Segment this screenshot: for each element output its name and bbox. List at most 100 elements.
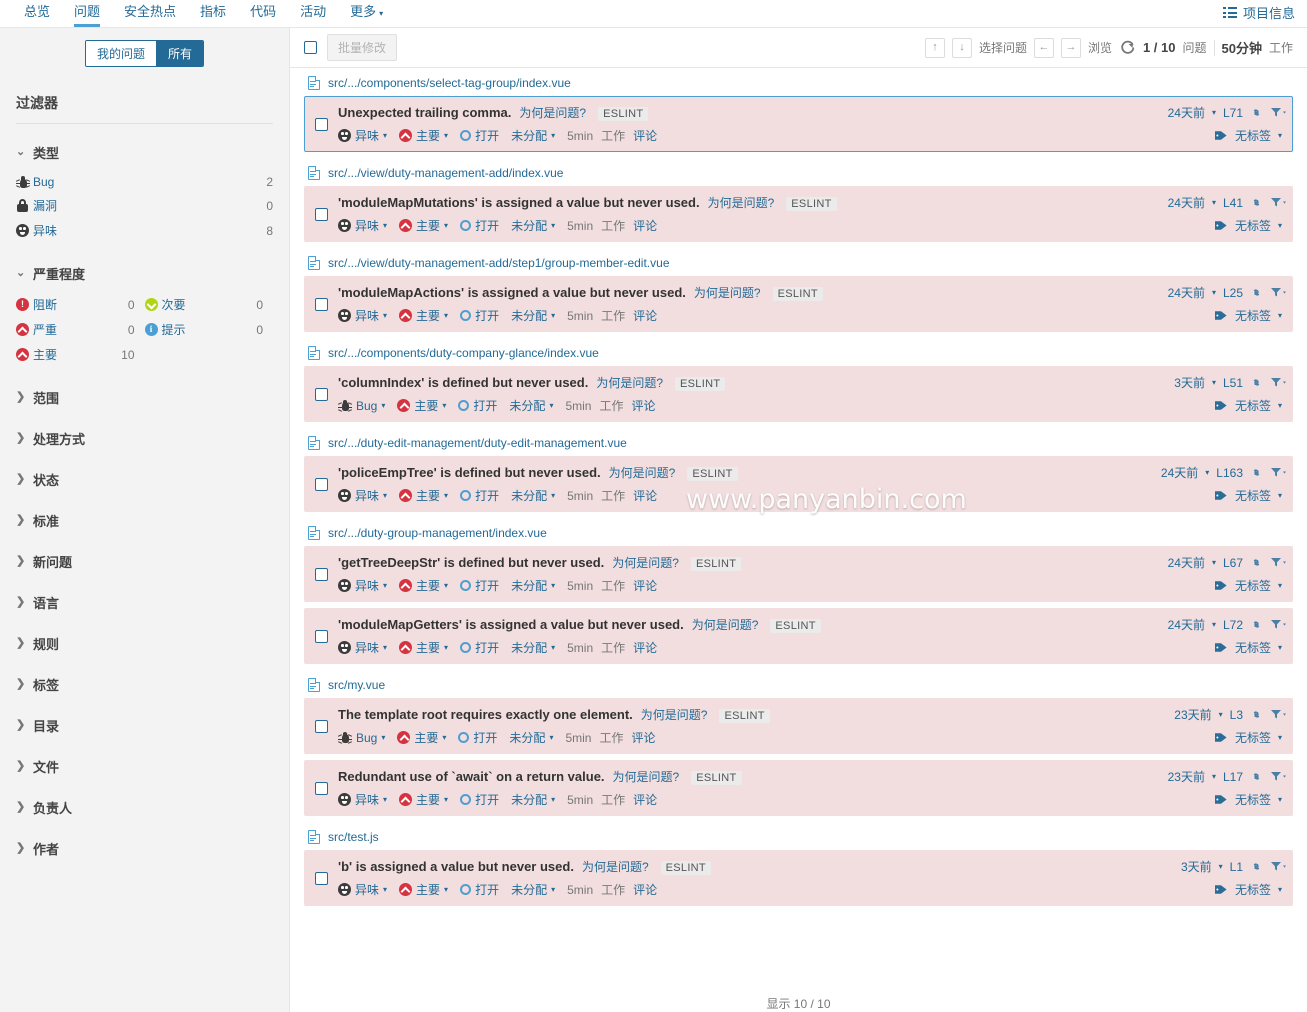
issue-checkbox[interactable] [315,478,328,491]
issue-severity-selector[interactable]: 主要▾ [397,397,446,414]
issue-comment-action[interactable]: 评论 [633,217,657,234]
issue-assignee-selector[interactable]: 未分配▾ [511,577,555,594]
why-is-this-issue-link[interactable]: 为何是问题? [519,104,586,121]
issue-comment-action[interactable]: 评论 [633,307,657,324]
issue-date[interactable]: 24天前 [1168,194,1205,211]
issue-row[interactable]: 'moduleMapActions' is assigned a value b… [304,276,1293,332]
issue-row[interactable]: 'policeEmpTree' is defined but never use… [304,456,1293,512]
project-info-button[interactable]: 项目信息 [1223,3,1295,27]
issue-status[interactable]: 打开 [460,881,499,898]
issue-comment-action[interactable]: 评论 [631,397,655,414]
issue-checkbox[interactable] [315,118,328,131]
facet-severity-blocker[interactable]: !阻断0 [16,292,145,317]
file-header[interactable]: src/test.js [304,822,1293,850]
nav-item-3[interactable]: 指标 [188,0,238,27]
issue-severity-selector[interactable]: 主要▾ [399,307,448,324]
issue-severity-selector[interactable]: 主要▾ [399,791,448,808]
issue-row[interactable]: 'columnIndex' is defined but never used.… [304,366,1293,422]
why-is-this-issue-link[interactable]: 为何是问题? [692,616,759,633]
issue-row[interactable]: 'moduleMapMutations' is assigned a value… [304,186,1293,242]
issue-date[interactable]: 24天前 [1168,284,1205,301]
issue-assignee-selector[interactable]: 未分配▾ [509,397,553,414]
nav-item-0[interactable]: 总览 [12,0,62,27]
issue-comment-action[interactable]: 评论 [633,881,657,898]
issue-status[interactable]: 打开 [458,729,497,746]
my-issues-button[interactable]: 我的问题 [86,41,156,66]
why-is-this-issue-link[interactable]: 为何是问题? [641,706,708,723]
filter-funnel-icon[interactable] [1270,619,1282,630]
issue-tags-label[interactable]: 无标签 [1235,127,1271,144]
filter-funnel-icon[interactable] [1270,557,1282,568]
issue-comment-action[interactable]: 评论 [633,577,657,594]
issue-checkbox[interactable] [315,388,328,401]
facet-type-header[interactable]: ⌄ 类型 [16,136,273,169]
issue-severity-selector[interactable]: 主要▾ [399,127,448,144]
issue-type-selector[interactable]: 异味▾ [338,791,387,808]
nav-item-1[interactable]: 问题 [62,0,112,27]
issue-tags-label[interactable]: 无标签 [1235,881,1271,898]
facet-header[interactable]: ❯标签 [16,668,273,701]
why-is-this-issue-link[interactable]: 为何是问题? [694,284,761,301]
issue-status[interactable]: 打开 [460,217,499,234]
permalink-icon[interactable] [1250,197,1263,208]
issue-row[interactable]: 'moduleMapGetters' is assigned a value b… [304,608,1293,664]
facet-header[interactable]: ❯文件 [16,750,273,783]
issue-comment-action[interactable]: 评论 [633,791,657,808]
issue-type-selector[interactable]: 异味▾ [338,217,387,234]
issue-checkbox[interactable] [315,720,328,733]
issue-severity-selector[interactable]: 主要▾ [399,217,448,234]
browse-prev-button[interactable]: ← [1034,38,1054,58]
permalink-icon[interactable] [1250,709,1263,720]
permalink-icon[interactable] [1250,619,1263,630]
issue-severity-selector[interactable]: 主要▾ [399,577,448,594]
browse-next-button[interactable]: → [1061,38,1081,58]
facet-header[interactable]: ❯负责人 [16,791,273,824]
issue-checkbox[interactable] [315,630,328,643]
issue-status[interactable]: 打开 [458,397,497,414]
issue-date[interactable]: 23天前 [1168,768,1205,785]
permalink-icon[interactable] [1250,467,1263,478]
issue-comment-action[interactable]: 评论 [633,639,657,656]
issue-severity-selector[interactable]: 主要▾ [397,729,446,746]
file-header[interactable]: src/.../view/duty-management-add/index.v… [304,158,1293,186]
why-is-this-issue-link[interactable]: 为何是问题? [613,768,680,785]
facet-header[interactable]: ❯语言 [16,586,273,619]
select-prev-button[interactable]: ↑ [925,38,945,58]
issue-status[interactable]: 打开 [460,791,499,808]
issue-tags-label[interactable]: 无标签 [1235,791,1271,808]
facet-header[interactable]: ❯作者 [16,832,273,865]
issue-row[interactable]: Redundant use of `await` on a return val… [304,760,1293,816]
filter-funnel-icon[interactable] [1270,377,1282,388]
facet-severity-header[interactable]: ⌄ 严重程度 [16,257,273,290]
facet-header[interactable]: ❯处理方式 [16,422,273,455]
issue-type-selector[interactable]: 异味▾ [338,577,387,594]
issue-type-selector[interactable]: 异味▾ [338,487,387,504]
issue-row[interactable]: The template root requires exactly one e… [304,698,1293,754]
issue-checkbox[interactable] [315,872,328,885]
why-is-this-issue-link[interactable]: 为何是问题? [596,374,663,391]
issue-tags-label[interactable]: 无标签 [1235,487,1271,504]
facet-header[interactable]: ❯状态 [16,463,273,496]
file-header[interactable]: src/.../duty-group-management/index.vue [304,518,1293,546]
why-is-this-issue-link[interactable]: 为何是问题? [612,554,679,571]
issue-assignee-selector[interactable]: 未分配▾ [511,881,555,898]
issue-comment-action[interactable]: 评论 [633,487,657,504]
facet-header[interactable]: ❯标准 [16,504,273,537]
issue-date[interactable]: 3天前 [1181,858,1212,875]
select-next-button[interactable]: ↓ [952,38,972,58]
facet-severity-major[interactable]: 主要10 [16,342,145,367]
issue-tags-label[interactable]: 无标签 [1235,307,1271,324]
file-header[interactable]: src/my.vue [304,670,1293,698]
issue-assignee-selector[interactable]: 未分配▾ [511,307,555,324]
facet-item-漏洞[interactable]: 漏洞0 [16,193,273,218]
permalink-icon[interactable] [1250,107,1263,118]
issue-tags-label[interactable]: 无标签 [1235,639,1271,656]
why-is-this-issue-link[interactable]: 为何是问题? [609,464,676,481]
filter-funnel-icon[interactable] [1270,467,1282,478]
issue-date[interactable]: 23天前 [1174,706,1211,723]
reload-icon[interactable] [1119,39,1136,56]
issue-tags-label[interactable]: 无标签 [1235,217,1271,234]
facet-item-异味[interactable]: 异味8 [16,218,273,243]
issue-status[interactable]: 打开 [460,639,499,656]
issue-status[interactable]: 打开 [460,127,499,144]
